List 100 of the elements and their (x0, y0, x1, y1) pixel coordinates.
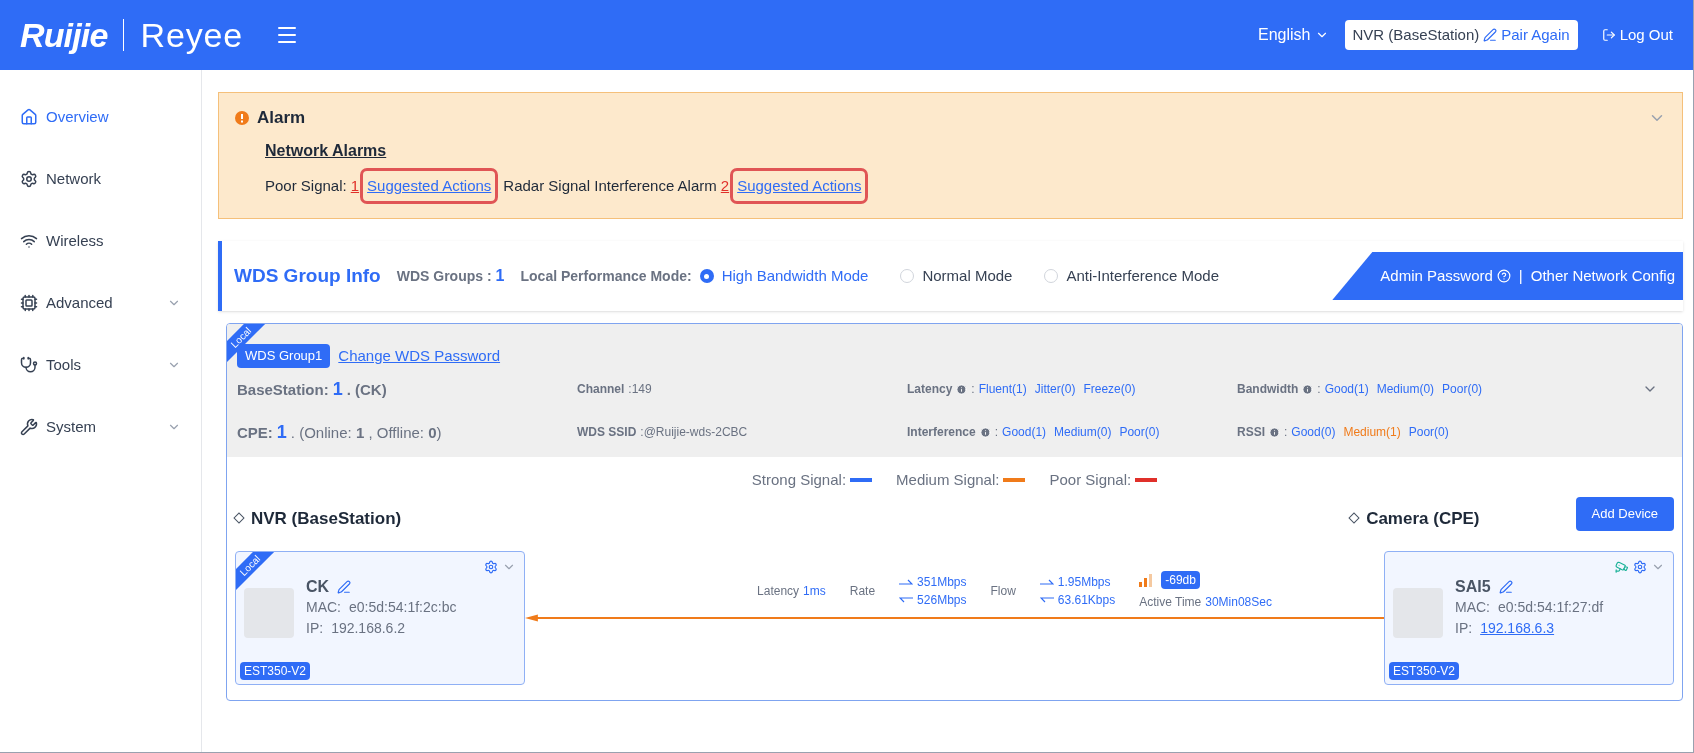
alarm-label: Poor Signal: (265, 175, 347, 196)
product-logo: Reyee (140, 14, 243, 56)
edit-icon[interactable] (1498, 579, 1513, 594)
suggested-actions-link[interactable]: Suggested Actions (733, 170, 866, 201)
metric-colon: : (1284, 424, 1288, 441)
legend-label: Strong Signal: (751, 470, 847, 490)
metric-label: RSSI (1237, 424, 1265, 441)
metric-value: Medium(0) (1376, 381, 1435, 398)
legend-label: Medium Signal: (896, 470, 1000, 490)
metric-value: Good(1) (1324, 381, 1369, 398)
separator: | (1518, 265, 1523, 286)
latency-label: Latency (757, 583, 800, 600)
mode-radio[interactable]: Normal Mode (900, 264, 1013, 288)
rate-label: Rate (849, 583, 876, 600)
ssid-label: WDS SSID (577, 424, 637, 441)
mode-label: Local Performance Mode: (520, 266, 692, 286)
metric-label: Bandwidth (1237, 381, 1299, 398)
ip-link[interactable]: 192.168.6.3 (1480, 618, 1555, 639)
wds-groups-value: 1 (495, 266, 505, 286)
alarm-count-link[interactable]: 2 (720, 174, 730, 197)
metric-colon: : (994, 424, 999, 441)
up-value: 1.95Mbps (1057, 574, 1111, 591)
language-dropdown[interactable]: English (1258, 23, 1329, 47)
mac-label: MAC: (306, 598, 341, 617)
basestation-count: 1 (332, 377, 343, 401)
ssid-value: :@Ruijie-wds-2CBC (640, 424, 748, 441)
settings-icon[interactable] (484, 560, 498, 574)
basestation-title: NVR (BaseStation) (251, 507, 402, 530)
mac-label: MAC: (1455, 598, 1490, 617)
latency-value: 1ms (803, 583, 826, 600)
mac-value: e0:5d:54:1f:27:df (1498, 598, 1604, 617)
metric-value: Freeze(0) (1083, 381, 1136, 398)
down-value: 63.61Kbps (1057, 592, 1116, 609)
rssi-badge: -69db (1161, 571, 1200, 589)
alarm-section-title: Network Alarms (265, 140, 387, 161)
device-label: NVR (BaseStation) (1352, 24, 1480, 45)
model-badge: EST350-V2 (240, 662, 311, 680)
camera-icon[interactable] (1615, 560, 1629, 574)
metric-label: Latency (907, 381, 953, 398)
metric-colon: : (971, 381, 975, 398)
logout-icon (1601, 28, 1616, 42)
alert-icon (235, 110, 249, 125)
metric-value: Medium(1) (1343, 424, 1401, 441)
metric-value: Poor(0) (1119, 424, 1160, 441)
mode-radio[interactable]: Anti-Interference Mode (1044, 264, 1220, 288)
metric-value: Good(1) (1002, 424, 1047, 441)
info-icon (979, 426, 991, 438)
mode-radio[interactable]: High Bandwidth Mode (699, 264, 869, 288)
admin-password-link[interactable]: Admin Password (1380, 264, 1511, 288)
sidebar-item[interactable]: Overview (0, 86, 201, 148)
alarm-label: Radar Signal Interference Alarm (503, 175, 717, 196)
metric-value: Poor(0) (1442, 381, 1483, 398)
other-network-config-link[interactable]: Other Network Config (1530, 264, 1675, 288)
cpe-detail: . (Online: 1 , Offline: 0) (290, 422, 442, 443)
sidebar-item[interactable]: Advanced (0, 272, 201, 334)
active-time-value: 30Min08Sec (1205, 594, 1272, 611)
cpe-label: CPE: (237, 422, 273, 443)
brand-logo: Ruijie (20, 14, 108, 56)
info-icon (1302, 383, 1314, 395)
alarm-title: Alarm (257, 107, 306, 129)
basestation-detail: . (CK) (346, 379, 387, 400)
edit-icon[interactable] (337, 579, 352, 594)
sidebar-item[interactable]: System (0, 396, 201, 458)
change-password-link[interactable]: Change WDS Password (338, 344, 501, 367)
suggested-actions-link[interactable]: Suggested Actions (363, 170, 496, 201)
add-device-button[interactable]: Add Device (1575, 497, 1674, 531)
alarm-count-link[interactable]: 1 (350, 174, 360, 197)
signal-bars-icon (1139, 573, 1154, 587)
ip-label: IP: (1455, 619, 1473, 638)
channel-value: :149 (628, 381, 652, 398)
wds-groups-label: WDS Groups : (396, 266, 492, 286)
device-name: SAI5 (1455, 577, 1491, 597)
pair-again-button[interactable]: Pair Again (1483, 23, 1570, 47)
metric-value: Good(0) (1291, 424, 1336, 441)
cpe-title: Camera (CPE) (1366, 507, 1480, 530)
settings-icon[interactable] (1633, 560, 1647, 574)
group-tag: WDS Group1 (237, 344, 331, 368)
logout-button[interactable]: Log Out (1601, 23, 1673, 47)
device-name: CK (306, 577, 330, 597)
model-badge: EST350-V2 (1389, 662, 1460, 680)
metric-colon: : (1317, 381, 1321, 398)
sidebar-item[interactable]: Network (0, 148, 201, 210)
channel-label: Channel (577, 381, 625, 398)
down-value: 526Mbps (917, 592, 967, 609)
basestation-label: BaseStation: (237, 379, 329, 400)
sidebar-item[interactable]: Tools (0, 334, 201, 396)
metric-value: Poor(0) (1408, 424, 1449, 441)
stethoscope-icon (20, 356, 38, 374)
mac-value: e0:5d:54:1f:2c:bc (349, 598, 457, 617)
tools-icon (20, 418, 38, 436)
help-icon (1496, 269, 1511, 283)
info-icon (956, 383, 968, 395)
metric-label: Interference (907, 424, 976, 441)
home-icon (20, 108, 38, 126)
metric-value: Jitter(0) (1034, 381, 1076, 398)
pen-icon (1483, 28, 1498, 42)
sidebar-item[interactable]: Wireless (0, 210, 201, 272)
legend-label: Poor Signal: (1049, 470, 1132, 490)
gear-icon (20, 170, 38, 188)
active-time-label: Active Time (1139, 594, 1202, 611)
